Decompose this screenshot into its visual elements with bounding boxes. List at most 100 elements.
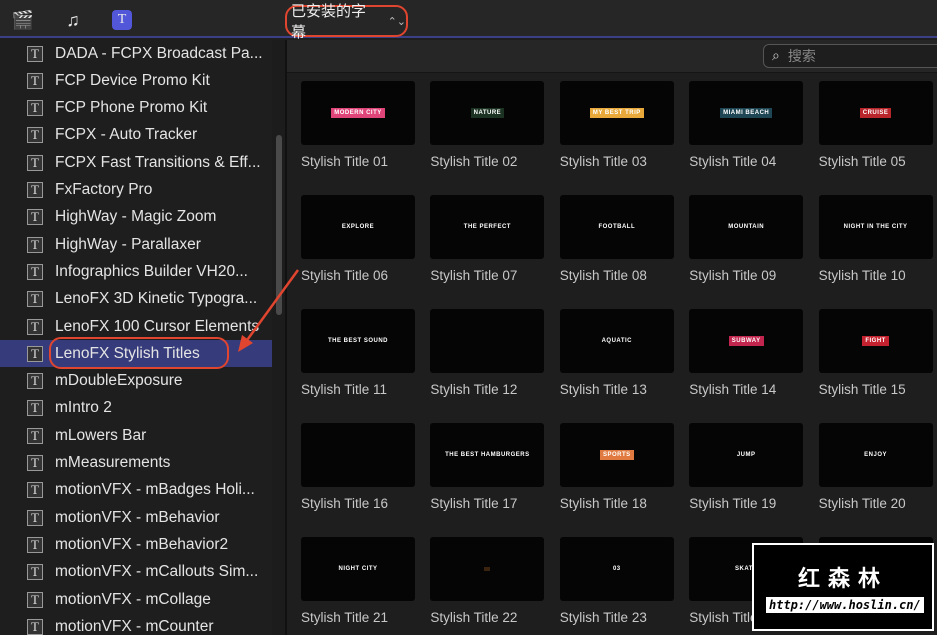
title-type-icon: T [27,72,43,89]
title-tile[interactable]: NATURE Stylish Title 02 [430,81,546,169]
title-thumbnail: MODERN CITY [301,81,415,145]
sidebar-item[interactable]: TmotionVFX - mBadges Holi... [0,477,272,504]
title-tile[interactable]: CRUISE Stylish Title 05 [818,81,935,169]
title-thumbnail: EXPLORE [301,195,415,259]
sidebar-scroll-thumb[interactable] [276,135,282,315]
title-type-icon: T [27,209,43,226]
music-photo-icon[interactable]: ♫ [61,9,85,31]
title-tile[interactable]: Stylish Title 16 [301,423,417,511]
title-tile[interactable]: SPORTS Stylish Title 18 [559,423,676,511]
sidebar-item-label: mIntro 2 [55,399,112,417]
clapper-star-icon[interactable]: 🎬 [11,9,35,31]
search-input[interactable]: ⌕ 搜索 [763,44,937,68]
sidebar-item-label: FxFactory Pro [55,181,153,198]
title-tile[interactable]: SUBWAY Stylish Title 14 [689,309,805,397]
sidebar-item[interactable]: TmotionVFX - mBehavior [0,504,272,531]
title-thumbnail: SUBWAY [689,309,804,373]
thumbnail-preview-text: JUMP [736,452,756,458]
title-thumbnail: NIGHT IN THE CITY [818,195,933,259]
title-label: Stylish Title 02 [430,154,518,169]
title-thumbnail: THE BEST SOUND [301,309,415,373]
title-tile[interactable]: NIGHT CITY Stylish Title 21 [301,537,417,625]
sidebar-item[interactable]: TmIntro 2 [0,395,272,422]
sidebar-item[interactable]: T Infographics Builder VH20... [0,258,272,285]
sidebar-item[interactable]: TmDoubleExposure [0,368,272,395]
thumbnail-preview-text: MIAMI BEACH [720,108,773,118]
title-tile[interactable]: FOOTBALL Stylish Title 08 [559,195,676,283]
chevron-updown-icon: ⌃⌄ [387,14,406,28]
title-tile[interactable]: Stylish Title 12 [430,309,546,397]
sidebar-item[interactable]: T FCPX - Auto Tracker [0,122,272,149]
title-label: Stylish Title 17 [430,496,518,511]
sidebar-item[interactable]: T HighWay - Parallaxer [0,231,272,258]
sidebar-item[interactable]: T DADA - FCPX Broadcast Pa... [0,40,272,67]
titles-icon[interactable]: T [112,10,132,30]
title-tile[interactable]: MY BEST TRIP Stylish Title 03 [559,81,676,169]
thumbnail-preview-text: MY BEST TRIP [589,108,644,118]
title-type-icon: T [27,427,43,444]
title-tile[interactable]: MODERN CITY Stylish Title 01 [301,81,417,169]
library-selector[interactable]: 已安装的字幕 ⌃⌄ [285,2,408,41]
thumbnail-preview-text: FIGHT [862,336,889,346]
sidebar-item[interactable]: T LenoFX 100 Cursor Elements [0,313,272,340]
title-type-icon: T [27,373,43,390]
title-label: Stylish Title 05 [818,154,906,169]
title-thumbnail: MY BEST TRIP [559,81,674,145]
title-tile[interactable]: FIGHT Stylish Title 15 [818,309,935,397]
sidebar-scrollbar[interactable] [272,40,285,635]
title-label: Stylish Title 22 [430,610,518,625]
title-tile[interactable]: ENJOY Stylish Title 20 [818,423,935,511]
sidebar-item-label: HighWay - Magic Zoom [55,208,217,226]
thumbnail-preview-text: NIGHT IN THE CITY [843,224,908,230]
title-tile[interactable]: MIAMI BEACH Stylish Title 04 [689,81,805,169]
sidebar-item-label: mLowers Bar [55,426,147,444]
title-tile[interactable]: THE BEST SOUND Stylish Title 11 [301,309,417,397]
title-tile[interactable]: EXPLORE Stylish Title 06 [301,195,417,283]
title-tile[interactable]: THE BEST HAMBURGERS Stylish Title 17 [430,423,546,511]
title-tile[interactable]: 03 Stylish Title 23 [559,537,676,625]
sidebar-item[interactable]: T FCP Device Promo Kit [0,67,272,94]
title-type-icon: T [27,455,43,471]
title-type-icon: T [27,154,43,171]
title-label: Stylish Title 01 [301,154,389,169]
title-thumbnail: AQUATIC [559,309,674,373]
thumbnail-preview-text [355,453,361,457]
panel-divider[interactable] [285,40,287,635]
title-thumbnail: SPORTS [559,423,674,487]
title-tile[interactable]: THE PERFECT Stylish Title 07 [430,195,546,283]
sidebar-item[interactable]: TmMeasurements [0,450,272,477]
sidebar-item[interactable]: TmotionVFX - mCallouts Sim... [0,559,272,586]
title-label: Stylish Title 12 [430,382,518,397]
title-tile[interactable]: JUMP Stylish Title 19 [689,423,805,511]
sidebar-item-label: motionVFX - mBehavior [55,508,220,526]
thumbnail-preview-text: ENJOY [864,452,888,458]
sidebar-item[interactable]: T FCP Phone Promo Kit [0,95,272,122]
title-tile[interactable]: NIGHT IN THE CITY Stylish Title 10 [818,195,935,283]
thumbnail-preview-text: THE BEST SOUND [327,338,388,344]
thumbnail-preview-text: 03 [612,566,621,572]
title-type-icon: T [27,536,43,553]
sidebar-item[interactable]: TmotionVFX - mCounter [0,613,272,635]
title-label: Stylish Title 06 [301,268,389,283]
sidebar-item[interactable]: TmotionVFX - mCollage [0,586,272,613]
title-thumbnail: JUMP [689,423,804,487]
title-type-icon: T [27,482,43,499]
title-tile[interactable]: AQUATIC Stylish Title 13 [559,309,676,397]
sidebar-item[interactable]: TmotionVFX - mBehavior2 [0,531,272,558]
title-tile[interactable]: MOUNTAIN Stylish Title 09 [689,195,805,283]
sidebar-item[interactable]: T LenoFX 3D Kinetic Typogra... [0,286,272,313]
title-tile[interactable]: Stylish Title 22 [430,537,546,625]
top-toolbar: 🎬 ♫ T 已安装的字幕 ⌃⌄ [0,0,937,41]
sidebar-item[interactable]: T FxFactory Pro [0,177,272,204]
title-label: Stylish Title 14 [689,382,777,397]
sidebar-item-label: mDoubleExposure [55,372,183,390]
title-type-icon: T [27,45,43,62]
thumbnail-preview-text: AQUATIC [601,338,632,344]
sidebar-item[interactable]: T FCPX Fast Transitions & Eff... [0,149,272,176]
sidebar-item[interactable]: TmLowers Bar [0,422,272,449]
sidebar-item[interactable]: T HighWay - Magic Zoom [0,204,272,231]
sidebar-item-label: FCP Device Promo Kit [55,71,210,89]
title-label: Stylish Title 09 [689,268,777,283]
title-label: Stylish Title 20 [818,496,906,511]
sidebar-item-label: motionVFX - mBehavior2 [55,535,229,553]
